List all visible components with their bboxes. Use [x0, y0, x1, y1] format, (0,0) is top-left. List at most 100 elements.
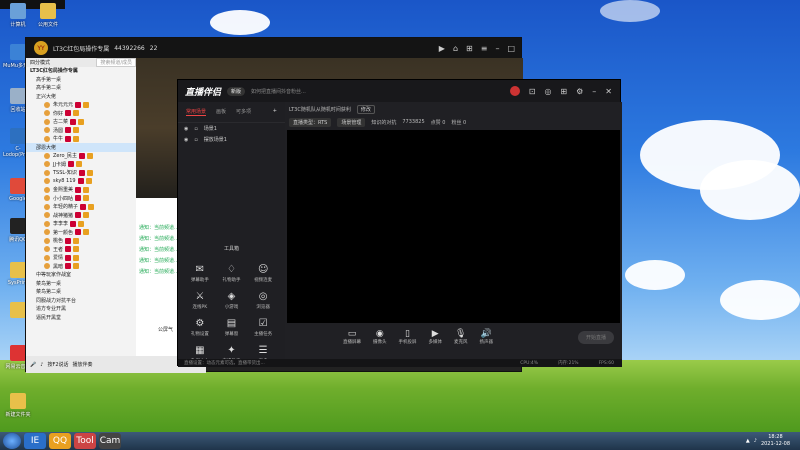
tool-button[interactable]: ⚔ 连线PK	[184, 291, 216, 310]
settings-icon[interactable]: ⚙	[576, 87, 583, 96]
source-button[interactable]: ▶ 多媒体	[429, 329, 443, 345]
user-item[interactable]: 桃色	[26, 237, 136, 246]
game-icon[interactable]: ⊞	[466, 44, 473, 53]
eye-icon[interactable]: ◉	[184, 137, 188, 143]
close-icon[interactable]: ✕	[605, 87, 612, 96]
lock-icon[interactable]: ▫	[194, 137, 197, 143]
scene-item[interactable]: ◉ ▫ 摆放场景1	[178, 134, 285, 145]
minimize-icon[interactable]: –	[495, 44, 499, 53]
start-button[interactable]	[3, 433, 21, 449]
taskbar-app-ie[interactable]: IE	[24, 433, 46, 449]
tool-button[interactable]: ⚙ 礼物设置	[184, 318, 216, 337]
channel-item[interactable]: 高手第二桌	[26, 84, 136, 93]
channel-item[interactable]: 同服战力对抗平台	[26, 296, 136, 305]
mode-select[interactable]: 四分模式	[30, 59, 50, 66]
tool-button[interactable]: ☺ 视频连麦	[247, 264, 279, 283]
user-item[interactable]: 你好	[26, 109, 136, 118]
source-button[interactable]: ◉ 摄像头	[373, 329, 387, 345]
channel-item[interactable]: 高手第一桌	[26, 75, 136, 84]
user-item[interactable]: 年轻的精子	[26, 203, 136, 212]
grid-icon[interactable]: ⊞	[560, 87, 567, 96]
desktop-icon-image	[10, 302, 26, 318]
tool-button[interactable]: ♢ 礼物助手	[216, 264, 248, 283]
user-item[interactable]: 牛牛	[26, 135, 136, 144]
menu-icon[interactable]: ≡	[481, 44, 488, 53]
user-item[interactable]: JJ卡姆	[26, 160, 136, 169]
mic-icon[interactable]: 🎤	[30, 362, 36, 368]
tool-button[interactable]: ✉ 弹幕助手	[184, 264, 216, 283]
user-item[interactable]: 小小四咕	[26, 194, 136, 203]
tool-button[interactable]: ◎ 浏览器	[247, 291, 279, 310]
tray-network-icon[interactable]: ▲	[746, 438, 750, 444]
vip-badge-icon	[80, 203, 87, 210]
clock[interactable]: 18:28 2021-12-08	[761, 434, 790, 448]
vip-badge-icon	[70, 220, 77, 227]
scene-manage-chip[interactable]: 场景管理	[337, 117, 366, 127]
channel-item[interactable]: 正兴大佬	[26, 92, 136, 101]
channel-item[interactable]: 中等玩家作战室	[26, 271, 136, 280]
user-item[interactable]: 爱情	[26, 254, 136, 263]
user-item[interactable]: 王者	[26, 245, 136, 254]
tab-common-scene[interactable]: 常用场景	[186, 108, 207, 116]
source-button[interactable]: ▯ 手机投屏	[399, 329, 417, 345]
channel-item[interactable]: 追方专业开黑	[26, 305, 136, 314]
live-type-chip[interactable]: 直播类型：RTS	[289, 117, 332, 127]
maximize-icon[interactable]: □	[507, 44, 515, 53]
avatar[interactable]	[509, 86, 520, 96]
desktop-icon[interactable]: 公用文件	[33, 3, 63, 28]
taskbar-app-cam[interactable]: Cam	[99, 433, 121, 449]
share-icon[interactable]: ▶	[439, 44, 445, 53]
mode-row[interactable]: 四分模式 搜索频道/成员	[26, 58, 136, 67]
source-button[interactable]: 🎙 麦克风	[454, 329, 468, 345]
user-item[interactable]: 第一颜色	[26, 228, 136, 237]
edit-title-button[interactable]: 修改	[356, 104, 375, 114]
channel-item[interactable]: LT3C红包局操作专属	[26, 67, 136, 76]
scene-item[interactable]: ◉ ▫ 场景1	[178, 123, 285, 134]
user-item[interactable]: 李李李	[26, 220, 136, 229]
minimize-icon[interactable]: –	[592, 87, 596, 96]
channel-item[interactable]: 菜鸟第二桌	[26, 288, 136, 297]
tab-canvas[interactable]: 画板	[216, 108, 226, 116]
tray-volume-icon[interactable]: ♪	[754, 438, 757, 444]
desktop-icon[interactable]: 新建文件夹	[3, 393, 33, 418]
tool-button[interactable]: ▤ 弹幕窗	[216, 318, 248, 337]
desktop-icon[interactable]: 计算机	[3, 3, 33, 28]
user-item[interactable]: 黑暗	[26, 262, 136, 271]
notice-link[interactable]: 如何把直播间抖音粉丝...	[251, 88, 306, 95]
tool-button[interactable]: ☑ 主播任务	[247, 318, 279, 337]
live-preview[interactable]	[287, 130, 620, 323]
user-item[interactable]: Zero_民主	[26, 152, 136, 161]
start-live-button[interactable]: 开始直播	[577, 330, 614, 344]
eye-icon[interactable]: ◉	[184, 126, 188, 132]
source-button[interactable]: 🔊 扬声器	[480, 329, 494, 345]
tool-button[interactable]: ◈ 小游戏	[216, 291, 248, 310]
vip-badge-icon	[65, 110, 72, 117]
user-item[interactable]: sky8 119	[26, 177, 136, 186]
music-button[interactable]: 播放伴奏	[73, 361, 93, 368]
press-talk-button[interactable]: 按F2说话	[47, 361, 68, 368]
user-item[interactable]: 朱元元元	[26, 101, 136, 110]
channel-item[interactable]: 邵恩大佬	[26, 143, 136, 152]
channel-item[interactable]: 逼民开黑堂	[26, 313, 136, 322]
user-item[interactable]: TSSL-知识	[26, 169, 136, 178]
user-item[interactable]: 金熙重美	[26, 186, 136, 195]
companion-window[interactable]: 直播伴侣 新版 如何把直播间抖音粉丝... ⊡ ◎ ⊞ ⚙ – ✕ 常用场景 画…	[177, 79, 622, 367]
channel-item[interactable]: 菜鸟第一桌	[26, 279, 136, 288]
avatar	[44, 246, 50, 253]
tab-multi[interactable]: 可多项	[236, 108, 251, 116]
taskbar-app-tool[interactable]: Tool	[74, 433, 96, 449]
user-item[interactable]: 战神猪猪	[26, 211, 136, 220]
version-badge[interactable]: 新版	[227, 86, 246, 96]
add-scene-icon[interactable]: +	[273, 108, 277, 116]
search-input[interactable]: 搜索频道/成员	[96, 58, 136, 67]
volume-icon[interactable]: ♪	[40, 362, 43, 368]
user-item[interactable]: 汤圆	[26, 126, 136, 135]
source-button[interactable]: ▭ 直播屏幕	[343, 329, 361, 345]
lock-icon[interactable]: ▫	[194, 126, 197, 132]
avatar	[44, 186, 50, 193]
record-icon[interactable]: ◎	[544, 87, 551, 96]
taskbar-app-qq[interactable]: QQ	[49, 433, 71, 449]
home-icon[interactable]: ⌂	[453, 44, 458, 53]
user-item[interactable]: 古二菜	[26, 118, 136, 127]
screenshot-icon[interactable]: ⊡	[529, 87, 536, 96]
